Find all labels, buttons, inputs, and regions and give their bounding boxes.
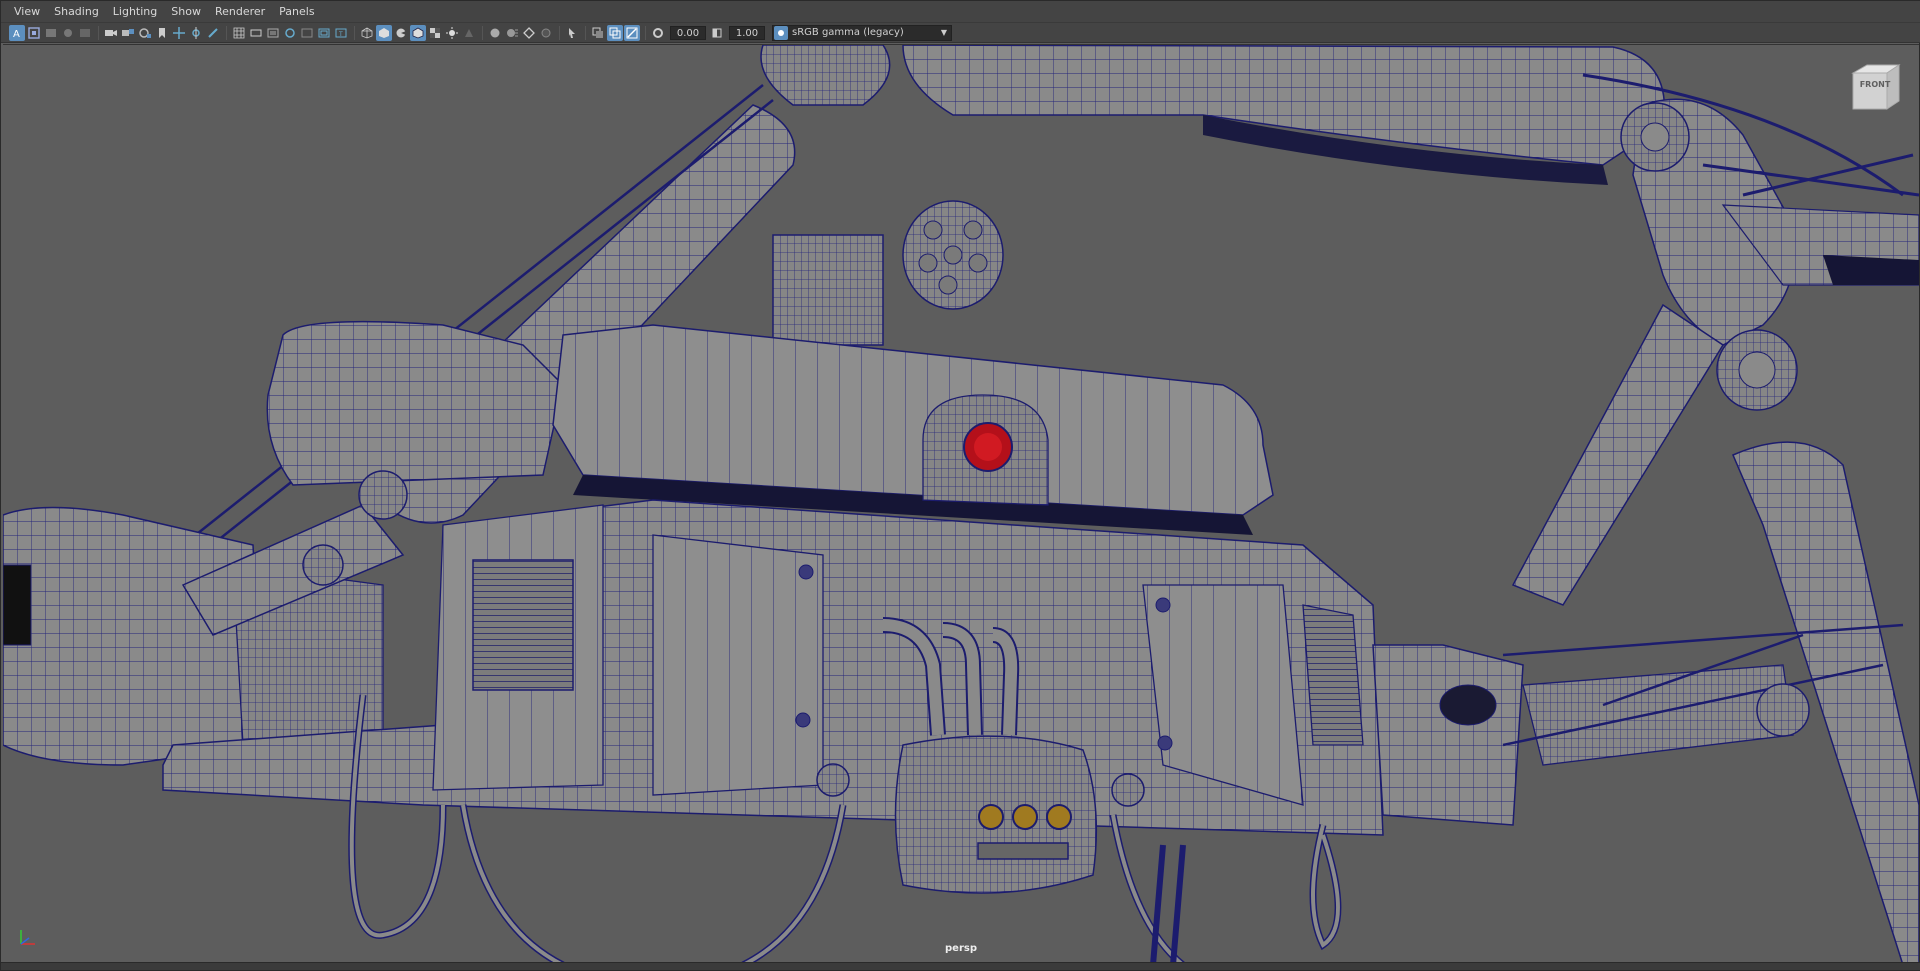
- select-camera-icon[interactable]: A: [9, 24, 25, 41]
- shadows-icon[interactable]: [461, 25, 477, 41]
- view-cube[interactable]: FRONT: [1847, 63, 1901, 113]
- xray-joints-icon[interactable]: [607, 24, 623, 41]
- textured-icon[interactable]: [427, 25, 443, 41]
- safe-action-icon[interactable]: [316, 25, 332, 41]
- toolbar-separator: [559, 25, 560, 40]
- toolbar-separator: [482, 25, 483, 40]
- wireframe-on-shaded-icon[interactable]: [410, 24, 426, 41]
- gamma-field[interactable]: 1.00: [729, 25, 765, 40]
- resolution-gate-icon[interactable]: [265, 25, 281, 41]
- svg-text:T: T: [338, 31, 343, 38]
- depth-of-field-icon[interactable]: [538, 25, 554, 41]
- svg-text:A: A: [13, 29, 20, 40]
- bookmark-flag-icon[interactable]: [154, 25, 170, 41]
- safe-title-icon[interactable]: T: [333, 25, 349, 41]
- image-plane-icon[interactable]: [60, 25, 76, 41]
- menu-show[interactable]: Show: [164, 1, 208, 23]
- robot-wireframe-model: [3, 45, 1919, 964]
- camera-lock-icon[interactable]: [120, 25, 136, 41]
- screen-space-ao-icon[interactable]: [487, 25, 503, 41]
- smooth-shade-icon[interactable]: [376, 24, 392, 41]
- menu-panels[interactable]: Panels: [272, 1, 321, 23]
- camera-icon[interactable]: [103, 25, 119, 41]
- exposure-field[interactable]: 0.00: [670, 25, 706, 40]
- perspective-viewport[interactable]: FRONT persp: [3, 44, 1919, 964]
- camera-attributes-icon[interactable]: [26, 25, 42, 41]
- gamma-icon[interactable]: [709, 25, 725, 41]
- view-transform-dropdown[interactable]: sRGB gamma (legacy) ▼: [772, 24, 952, 41]
- film-gate-icon[interactable]: [248, 25, 264, 41]
- multisample-aa-icon[interactable]: [521, 25, 537, 41]
- toolbar-separator: [585, 25, 586, 40]
- exposure-icon[interactable]: [650, 25, 666, 41]
- view-cube-label: FRONT: [1859, 80, 1891, 89]
- camera-sequencer-icon[interactable]: [137, 25, 153, 41]
- paint-icon[interactable]: [205, 25, 221, 41]
- camera-name-label: persp: [945, 943, 977, 954]
- pivot-icon[interactable]: [188, 25, 204, 41]
- color-management-icon[interactable]: [774, 25, 788, 40]
- backface-culling-icon[interactable]: [624, 24, 640, 41]
- grid-toggle-icon[interactable]: [77, 25, 93, 41]
- gate-mask-icon[interactable]: [282, 25, 298, 41]
- xray-icon[interactable]: [590, 25, 606, 41]
- wireframe-icon[interactable]: [359, 25, 375, 41]
- default-material-icon[interactable]: [393, 25, 409, 41]
- panel-menu-bar: View Shading Lighting Show Renderer Pane…: [1, 1, 1920, 23]
- bookmark-icon[interactable]: [43, 25, 59, 41]
- motion-blur-icon[interactable]: [504, 25, 520, 41]
- use-all-lights-icon[interactable]: [444, 25, 460, 41]
- toolbar-separator: [354, 25, 355, 40]
- toolbar-separator: [98, 25, 99, 40]
- menu-renderer[interactable]: Renderer: [208, 1, 272, 23]
- menu-lighting[interactable]: Lighting: [106, 1, 164, 23]
- field-chart-icon[interactable]: [299, 25, 315, 41]
- chevron-down-icon[interactable]: ▼: [937, 26, 951, 40]
- move-tool-icon[interactable]: [171, 25, 187, 41]
- maya-model-panel: View Shading Lighting Show Renderer Pane…: [0, 0, 1920, 971]
- grid-icon[interactable]: [231, 25, 247, 41]
- menu-shading[interactable]: Shading: [47, 1, 106, 23]
- toolbar-separator: [645, 25, 646, 40]
- isolate-select-icon[interactable]: [564, 25, 580, 41]
- panel-toolbar: A T 0.00 1.00 sRGB gamma (legacy) ▼: [1, 23, 1920, 43]
- panel-bottom-border: [1, 962, 1920, 970]
- view-transform-label: sRGB gamma (legacy): [792, 27, 904, 38]
- toolbar-separator: [226, 25, 227, 40]
- menu-view[interactable]: View: [7, 1, 47, 23]
